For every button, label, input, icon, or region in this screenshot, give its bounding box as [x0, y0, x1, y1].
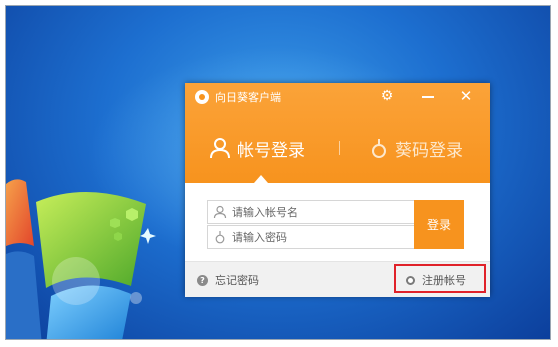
forgot-password-link[interactable]: ? 忘记密码 — [197, 272, 259, 288]
user-icon — [210, 138, 230, 159]
gear-icon: ⚙ — [380, 88, 394, 104]
minimize-button[interactable] — [420, 88, 436, 104]
tab-code-label: 葵码登录 — [395, 140, 463, 161]
user-icon — [213, 205, 227, 219]
register-account-label: 注册帐号 — [422, 274, 466, 287]
login-button[interactable]: 登录 — [414, 200, 464, 249]
lock-icon — [215, 231, 225, 244]
dialog-footer: ? 忘记密码 注册帐号 — [185, 261, 490, 297]
sunflower-logo-icon — [195, 90, 209, 104]
tab-account-label: 帐号登录 — [237, 140, 305, 161]
close-button[interactable]: ✕ — [458, 88, 474, 104]
tab-account-login[interactable]: 帐号登录 — [209, 135, 305, 161]
register-icon — [406, 275, 415, 285]
active-tab-pointer — [254, 175, 268, 183]
tab-code-login[interactable]: 葵码登录 — [369, 135, 463, 161]
forgot-password-label: 忘记密码 — [215, 274, 259, 287]
password-input[interactable] — [232, 228, 417, 246]
settings-button[interactable]: ⚙ — [379, 88, 395, 104]
username-input[interactable] — [232, 203, 417, 221]
title-bar[interactable]: 向日葵客户端 ⚙ ✕ — [185, 83, 490, 111]
windows-logo — [6, 179, 156, 339]
register-highlight-box: 注册帐号 — [394, 264, 486, 293]
tab-divider — [339, 141, 340, 155]
app-title: 向日葵客户端 — [215, 91, 281, 104]
password-field[interactable] — [207, 225, 425, 249]
close-icon: ✕ — [459, 87, 473, 105]
register-account-link[interactable]: 注册帐号 — [406, 272, 466, 288]
sunflower-code-icon — [372, 139, 386, 158]
help-icon: ? — [197, 274, 208, 286]
sunlogin-login-dialog: 向日葵客户端 ⚙ ✕ 帐号登录 葵码登录 请输入帐号名 登录 ? 忘记密码 注册… — [185, 83, 490, 297]
dialog-header: 向日葵客户端 ⚙ ✕ 帐号登录 葵码登录 — [185, 83, 490, 183]
username-field[interactable] — [207, 200, 425, 224]
